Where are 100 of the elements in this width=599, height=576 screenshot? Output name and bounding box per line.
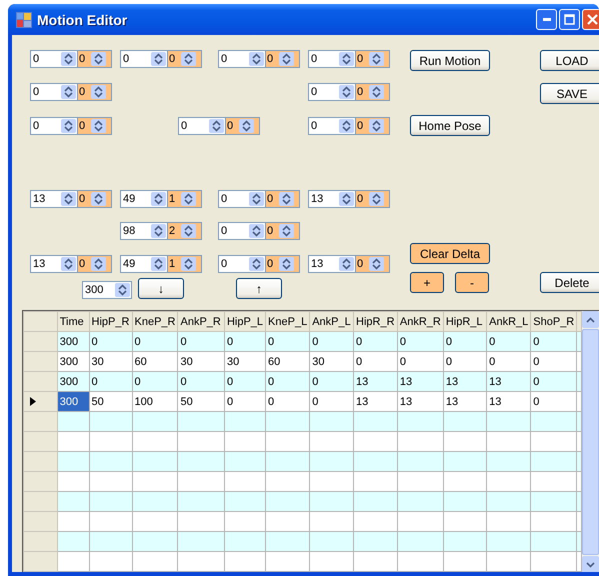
button[interactable]: SAVE xyxy=(540,83,599,104)
number-field[interactable]: 0 xyxy=(30,117,78,135)
number-field[interactable]: 98 xyxy=(120,222,168,240)
delta-field[interactable]: 0 xyxy=(356,117,390,135)
button[interactable]: Home Pose xyxy=(410,115,490,136)
number-field[interactable]: 13 xyxy=(30,255,78,273)
column-header[interactable]: Time xyxy=(57,312,90,332)
column-header[interactable]: KneP_R xyxy=(132,312,178,332)
spin-button[interactable] xyxy=(61,85,76,99)
scroll-down-button[interactable] xyxy=(582,556,599,572)
delta-field[interactable]: 0 xyxy=(266,50,300,68)
spin-button[interactable] xyxy=(339,85,354,99)
delta-field[interactable]: 0 xyxy=(356,50,390,68)
close-button[interactable] xyxy=(582,9,599,30)
delta-field[interactable]: 0 xyxy=(78,50,112,68)
spin-button[interactable] xyxy=(61,52,76,66)
number-field[interactable]: 0 xyxy=(308,117,356,135)
spin-button[interactable] xyxy=(181,224,196,238)
spin-button[interactable] xyxy=(181,257,196,271)
spin-button[interactable] xyxy=(61,119,76,133)
number-field[interactable]: 0 xyxy=(218,50,266,68)
number-field[interactable]: 0 xyxy=(218,222,266,240)
number-field[interactable]: 0 xyxy=(308,50,356,68)
delta-field[interactable]: 0 xyxy=(226,117,260,135)
spin-button[interactable] xyxy=(249,52,264,66)
minimize-button[interactable] xyxy=(536,9,557,30)
button[interactable]: Clear Delta xyxy=(410,243,490,264)
column-header[interactable]: AnkR_R xyxy=(397,312,444,332)
spin-button[interactable] xyxy=(279,192,294,206)
spin-button[interactable] xyxy=(339,257,354,271)
delta-field[interactable]: 2 xyxy=(168,222,202,240)
button[interactable]: - xyxy=(455,272,489,293)
column-header[interactable]: HipP_L xyxy=(224,312,266,332)
column-header[interactable]: HipR_R xyxy=(354,312,398,332)
spin-button[interactable] xyxy=(279,224,294,238)
spin-button[interactable] xyxy=(61,192,76,206)
number-field[interactable]: 0 xyxy=(308,83,356,101)
button[interactable]: ↓ xyxy=(138,278,184,299)
spin-button[interactable] xyxy=(249,192,264,206)
scroll-up-button[interactable] xyxy=(582,311,599,328)
spin-button[interactable] xyxy=(61,257,76,271)
spin-button[interactable] xyxy=(369,192,384,206)
spin-button[interactable] xyxy=(339,192,354,206)
spin-button[interactable] xyxy=(115,283,130,297)
number-field[interactable]: 0 xyxy=(218,190,266,208)
spin-button[interactable] xyxy=(239,119,254,133)
spin-button[interactable] xyxy=(91,119,106,133)
number-field[interactable]: 49 xyxy=(120,255,168,273)
delta-field[interactable]: 0 xyxy=(266,222,300,240)
number-field[interactable]: 13 xyxy=(30,190,78,208)
delta-field[interactable]: 0 xyxy=(356,83,390,101)
column-header[interactable]: AnkR_L xyxy=(486,312,531,332)
delta-field[interactable]: 0 xyxy=(168,50,202,68)
button[interactable]: LOAD xyxy=(540,50,599,71)
spin-button[interactable] xyxy=(339,119,354,133)
number-field[interactable]: 13 xyxy=(308,255,356,273)
spin-button[interactable] xyxy=(91,192,106,206)
spin-button[interactable] xyxy=(151,192,166,206)
spin-button[interactable] xyxy=(249,257,264,271)
number-field[interactable]: 0 xyxy=(178,117,226,135)
spin-button[interactable] xyxy=(151,52,166,66)
spin-button[interactable] xyxy=(181,192,196,206)
number-field[interactable]: 300 xyxy=(82,281,132,299)
spin-button[interactable] xyxy=(91,257,106,271)
number-field[interactable]: 49 xyxy=(120,190,168,208)
button[interactable]: ↑ xyxy=(236,278,282,299)
spin-button[interactable] xyxy=(369,52,384,66)
number-field[interactable]: 13 xyxy=(308,190,356,208)
number-field[interactable]: 0 xyxy=(218,255,266,273)
spin-button[interactable] xyxy=(91,52,106,66)
column-header[interactable]: AnkP_R xyxy=(178,312,224,332)
spin-button[interactable] xyxy=(181,52,196,66)
spin-button[interactable] xyxy=(91,85,106,99)
button[interactable]: + xyxy=(410,272,444,293)
delta-field[interactable]: 0 xyxy=(356,255,390,273)
delta-field[interactable]: 0 xyxy=(78,83,112,101)
scrollbar[interactable] xyxy=(582,311,599,572)
spin-button[interactable] xyxy=(369,257,384,271)
delta-field[interactable]: 0 xyxy=(356,190,390,208)
delta-field[interactable]: 0 xyxy=(78,255,112,273)
delta-field[interactable]: 1 xyxy=(168,255,202,273)
column-header[interactable]: HipP_R xyxy=(89,312,132,332)
button[interactable]: Run Motion xyxy=(410,50,490,71)
column-header[interactable]: KneP_L xyxy=(266,312,310,332)
spin-button[interactable] xyxy=(249,224,264,238)
spin-button[interactable] xyxy=(369,119,384,133)
delta-field[interactable]: 0 xyxy=(78,117,112,135)
delta-field[interactable]: 0 xyxy=(266,255,300,273)
number-field[interactable]: 0 xyxy=(30,50,78,68)
column-header[interactable]: ShoP_R xyxy=(530,312,577,332)
number-field[interactable]: 0 xyxy=(120,50,168,68)
column-header[interactable]: HipR_L xyxy=(443,312,487,332)
spin-button[interactable] xyxy=(369,85,384,99)
spin-button[interactable] xyxy=(279,257,294,271)
delta-field[interactable]: 1 xyxy=(168,190,202,208)
spin-button[interactable] xyxy=(151,257,166,271)
spin-button[interactable] xyxy=(339,52,354,66)
button[interactable]: Delete xyxy=(540,272,599,293)
spin-button[interactable] xyxy=(209,119,224,133)
maximize-button[interactable] xyxy=(559,9,580,30)
